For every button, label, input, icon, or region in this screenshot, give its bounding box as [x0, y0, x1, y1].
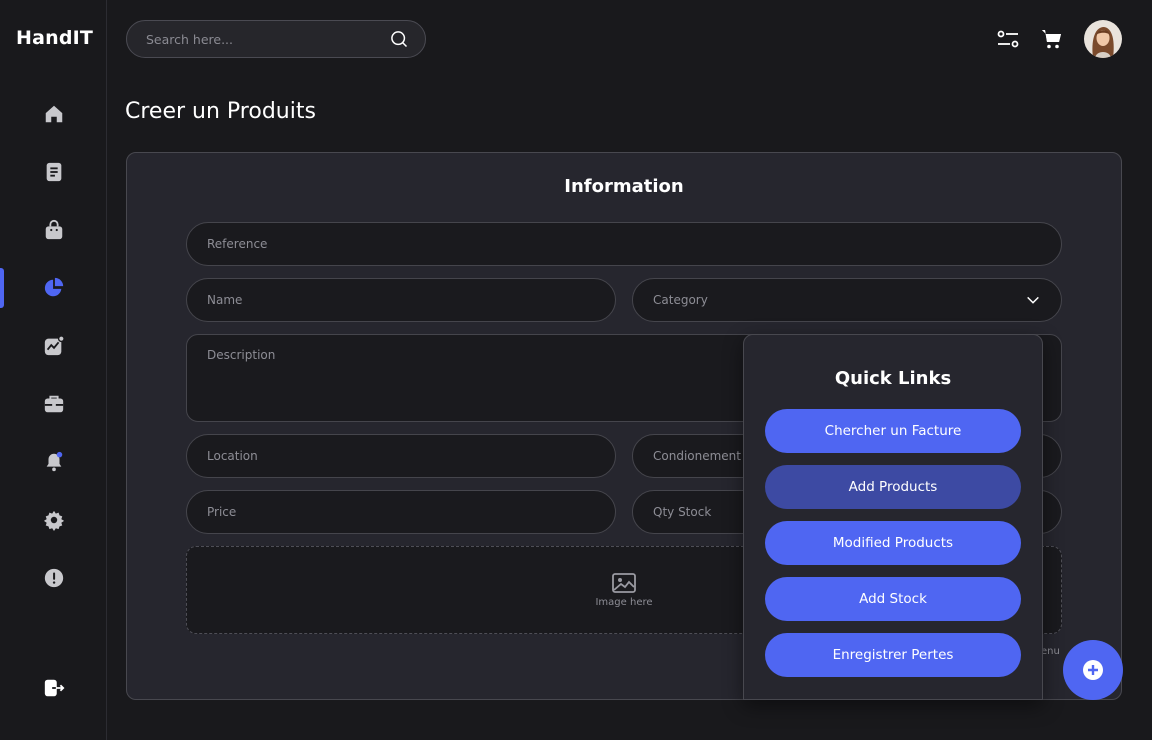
chevron-down-icon — [1027, 296, 1039, 304]
reference-input[interactable] — [207, 237, 1041, 251]
price-input[interactable] — [207, 505, 595, 519]
sidebar-item-settings[interactable] — [0, 500, 107, 540]
menu-label: enu — [1041, 646, 1060, 657]
briefcase-icon — [44, 395, 63, 413]
sidebar-item-statistics[interactable] — [0, 268, 107, 308]
name-field[interactable] — [186, 278, 616, 322]
plus-circle-icon — [1083, 660, 1103, 680]
quick-links-popup: Quick Links Chercher un Facture Add Prod… — [743, 334, 1043, 700]
add-stock-button[interactable]: Add Stock — [765, 577, 1021, 621]
modified-products-button[interactable]: Modified Products — [765, 521, 1021, 565]
app-logo[interactable]: HandIT — [16, 27, 93, 49]
shopping-bag-icon — [45, 219, 62, 240]
page-title: Creer un Produits — [125, 99, 316, 124]
image-dropzone-label: Image here — [595, 596, 653, 608]
reference-field[interactable] — [186, 222, 1062, 266]
sidebar-item-portfolio[interactable] — [0, 384, 107, 424]
notification-bell-icon — [46, 451, 62, 472]
name-input[interactable] — [207, 293, 595, 307]
sidebar-item-home[interactable] — [0, 94, 107, 134]
document-icon — [46, 162, 61, 182]
filter-sliders-icon — [997, 30, 1019, 48]
quick-links-title: Quick Links — [834, 368, 952, 389]
settings-gear-icon — [43, 510, 64, 531]
enregistrer-pertes-button[interactable]: Enregistrer Pertes — [765, 633, 1021, 677]
info-alert-icon — [44, 568, 63, 588]
location-input[interactable] — [207, 449, 595, 463]
price-field[interactable] — [186, 490, 616, 534]
search-input[interactable] — [146, 31, 389, 47]
sidebar-item-info[interactable] — [0, 558, 107, 598]
avatar[interactable] — [1084, 20, 1122, 58]
sidebar-item-analytics[interactable] — [0, 326, 107, 366]
add-products-button[interactable]: Add Products — [765, 465, 1021, 509]
image-icon — [612, 572, 636, 593]
cart-button[interactable] — [1039, 26, 1065, 52]
quick-menu-fab[interactable] — [1063, 640, 1123, 700]
pie-chart-icon — [44, 277, 63, 297]
category-select[interactable]: Category — [632, 278, 1062, 322]
shopping-cart-icon — [1042, 30, 1061, 49]
search-icon[interactable] — [389, 29, 409, 49]
search-bar[interactable] — [126, 20, 426, 58]
sidebar-item-shop[interactable] — [0, 210, 107, 250]
analytics-icon — [44, 335, 65, 356]
chercher-facture-button[interactable]: Chercher un Facture — [765, 409, 1021, 453]
filter-button[interactable] — [995, 26, 1021, 52]
location-field[interactable] — [186, 434, 616, 478]
category-select-label: Category — [653, 293, 708, 307]
sidebar-item-notifications[interactable] — [0, 442, 107, 482]
section-title: Information — [564, 176, 684, 197]
sidebar: HandIT — [0, 0, 107, 740]
logout-icon — [44, 679, 64, 697]
sidebar-item-documents[interactable] — [0, 152, 107, 192]
sidebar-item-logout[interactable] — [0, 668, 107, 708]
user-avatar-image — [1084, 20, 1122, 58]
home-icon — [45, 105, 62, 123]
